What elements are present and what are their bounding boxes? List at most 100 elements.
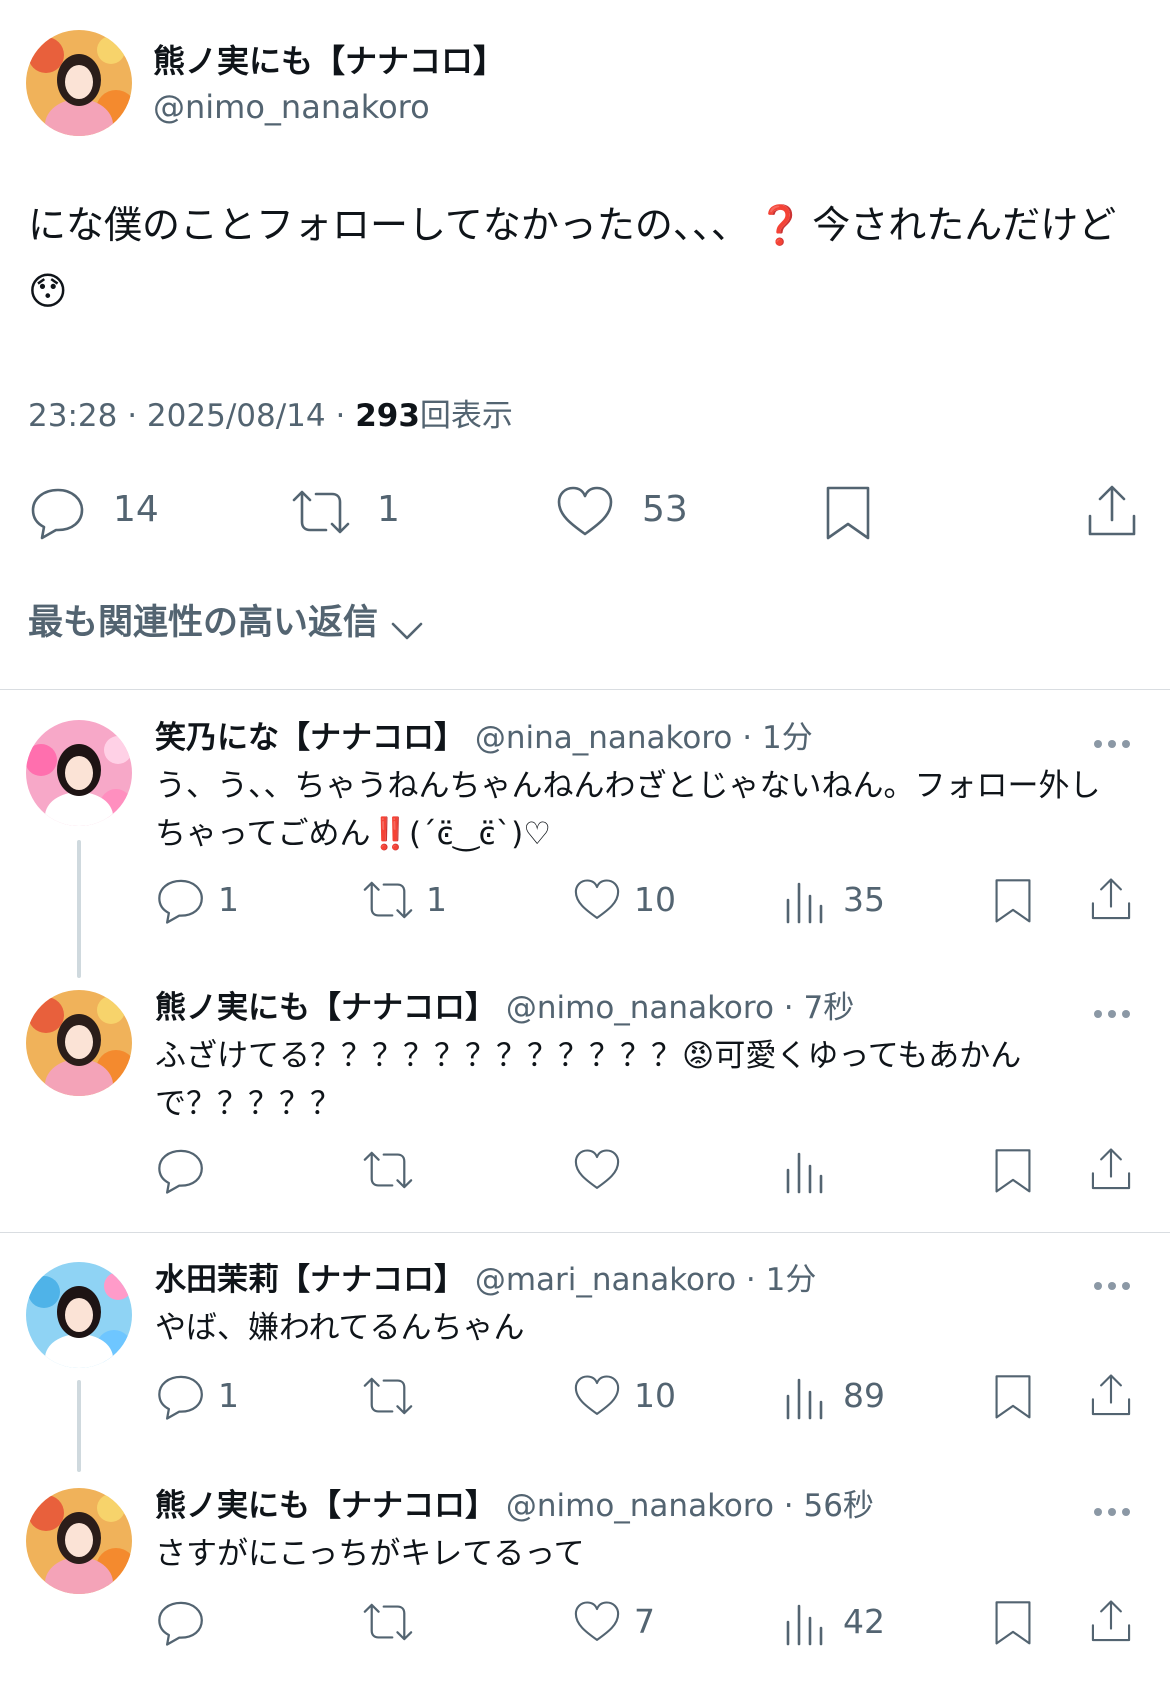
retweet-button[interactable] (358, 874, 418, 926)
reply-author-handle[interactable]: @nimo_nanakoro (506, 1488, 774, 1524)
share-button[interactable] (1088, 1370, 1134, 1422)
share-button[interactable] (1088, 1596, 1134, 1648)
like-button[interactable] (571, 1144, 623, 1196)
views-chart-icon (786, 1152, 823, 1194)
retweet-button[interactable] (358, 1370, 418, 1422)
reply-author-handle[interactable]: @mari_nanakoro (475, 1262, 736, 1298)
tweet-meta: 23:28 · 2025/08/14 · 293回表示 (28, 395, 513, 437)
retweet-button[interactable] (358, 1144, 418, 1196)
more-options-button[interactable] (1094, 1003, 1138, 1018)
author-name[interactable]: 熊ノ実にも【ナナコロ】 (153, 40, 505, 82)
reply-author-handle[interactable]: @nimo_nanakoro (506, 990, 774, 1026)
heart-icon (574, 1601, 620, 1641)
share-button[interactable] (1088, 1144, 1134, 1196)
reply-text: やば、嫌われてるんちゃん (155, 1310, 525, 1346)
reply-author-name[interactable]: 笑乃にな【ナナコロ】 (155, 720, 465, 756)
reply-count: 14 (113, 489, 159, 530)
like-button[interactable] (571, 1370, 623, 1422)
reply-button[interactable] (155, 1596, 207, 1648)
tweet-text: にな僕のことフォローしてなかったの、、、 ❓ 今されたんだけど 😯 (28, 192, 1138, 324)
reply-time[interactable]: · 1分 (742, 720, 812, 756)
reply-count: 1 (218, 880, 239, 919)
share-button[interactable] (1088, 874, 1134, 926)
bookmark-icon (995, 1375, 1031, 1419)
reply-header: 熊ノ実にも【ナナコロ】 @nimo_nanakoro · 7秒 (155, 986, 854, 1030)
sort-label: 最も関連性の高い返信 (28, 603, 379, 643)
share-icon (1088, 485, 1136, 536)
more-options-button[interactable] (1094, 1275, 1138, 1290)
reply-header: 笑乃にな【ナナコロ】 @nina_nanakoro · 1分 (155, 716, 813, 760)
more-options-button[interactable] (1094, 1501, 1138, 1516)
meta-separator: · (335, 398, 356, 434)
reply-time[interactable]: · 7秒 (784, 990, 854, 1026)
reply-avatar[interactable] (26, 1262, 132, 1368)
retweet-icon (363, 1151, 413, 1189)
divider (0, 1232, 1170, 1233)
reply-author-name[interactable]: 水田茉莉【ナナコロ】 (155, 1262, 465, 1298)
tweet-text-part1: にな僕のことフォローしてなかったの、、、 (28, 203, 749, 247)
like-count: 53 (642, 489, 688, 530)
reply-icon (158, 879, 203, 924)
question-emoji: ❓ (756, 203, 805, 247)
sort-dropdown[interactable]: 最も関連性の高い返信 (28, 600, 425, 646)
share-icon (1091, 878, 1131, 920)
more-options-button[interactable] (1094, 733, 1138, 748)
author-avatar[interactable] (26, 30, 132, 136)
reply-author-handle[interactable]: @nina_nanakoro (475, 720, 733, 756)
bookmark-icon (995, 1601, 1031, 1645)
retweet-button[interactable] (286, 482, 356, 542)
like-count: 7 (634, 1602, 655, 1641)
like-button[interactable] (571, 1596, 623, 1648)
like-count: 10 (634, 1376, 676, 1415)
retweet-icon (363, 1377, 413, 1415)
like-button[interactable] (553, 482, 617, 542)
reply-time[interactable]: · 56秒 (784, 1488, 874, 1524)
reply-button[interactable] (155, 874, 207, 926)
retweet-icon (363, 1603, 413, 1641)
bookmark-button[interactable] (990, 1370, 1036, 1422)
reply-button[interactable] (155, 1370, 207, 1422)
retweet-icon (292, 490, 350, 534)
retweet-count: 1 (426, 880, 447, 919)
reply-icon (158, 1601, 203, 1646)
reply-button[interactable] (28, 482, 88, 542)
tweet-time[interactable]: 23:28 (28, 398, 117, 434)
thread-line (77, 840, 81, 978)
bookmark-button[interactable] (990, 874, 1036, 926)
reply-author-name[interactable]: 熊ノ実にも【ナナコロ】 (155, 990, 496, 1026)
tweet-date[interactable]: 2025/08/14 (147, 398, 326, 434)
views-button[interactable] (782, 1596, 828, 1648)
reply-avatar[interactable] (26, 1488, 132, 1594)
share-button[interactable] (1084, 482, 1140, 542)
reply-time[interactable]: · 1分 (746, 1262, 816, 1298)
divider (0, 689, 1170, 690)
bookmark-button[interactable] (990, 1596, 1036, 1648)
reply-avatar[interactable] (26, 720, 132, 826)
heart-icon (574, 1149, 620, 1189)
views-label: 回表示 (419, 398, 513, 434)
reply-button[interactable] (155, 1144, 207, 1196)
heart-icon (574, 1375, 620, 1415)
reply-icon (31, 488, 84, 540)
views-chart-icon (786, 1378, 823, 1420)
views-chart-icon (786, 1604, 823, 1646)
views-button[interactable] (782, 874, 828, 926)
retweet-button[interactable] (358, 1596, 418, 1648)
views-button[interactable] (782, 1370, 828, 1422)
share-icon (1091, 1148, 1131, 1190)
retweet-icon (363, 881, 413, 919)
reply-author-name[interactable]: 熊ノ実にも【ナナコロ】 (155, 1488, 496, 1524)
bookmark-button[interactable] (820, 482, 876, 542)
view-count: 89 (843, 1376, 885, 1415)
share-icon (1091, 1600, 1131, 1642)
bookmark-button[interactable] (990, 1144, 1036, 1196)
author-handle[interactable]: @nimo_nanakoro (153, 86, 430, 128)
like-button[interactable] (571, 874, 623, 926)
retweet-count: 1 (377, 489, 400, 530)
reply-avatar[interactable] (26, 990, 132, 1096)
views-button[interactable] (782, 1144, 828, 1196)
reply-header: 水田茉莉【ナナコロ】 @mari_nanakoro · 1分 (155, 1258, 816, 1302)
bookmark-icon (995, 879, 1031, 923)
meta-separator: · (127, 398, 147, 434)
view-count: 35 (843, 880, 885, 919)
